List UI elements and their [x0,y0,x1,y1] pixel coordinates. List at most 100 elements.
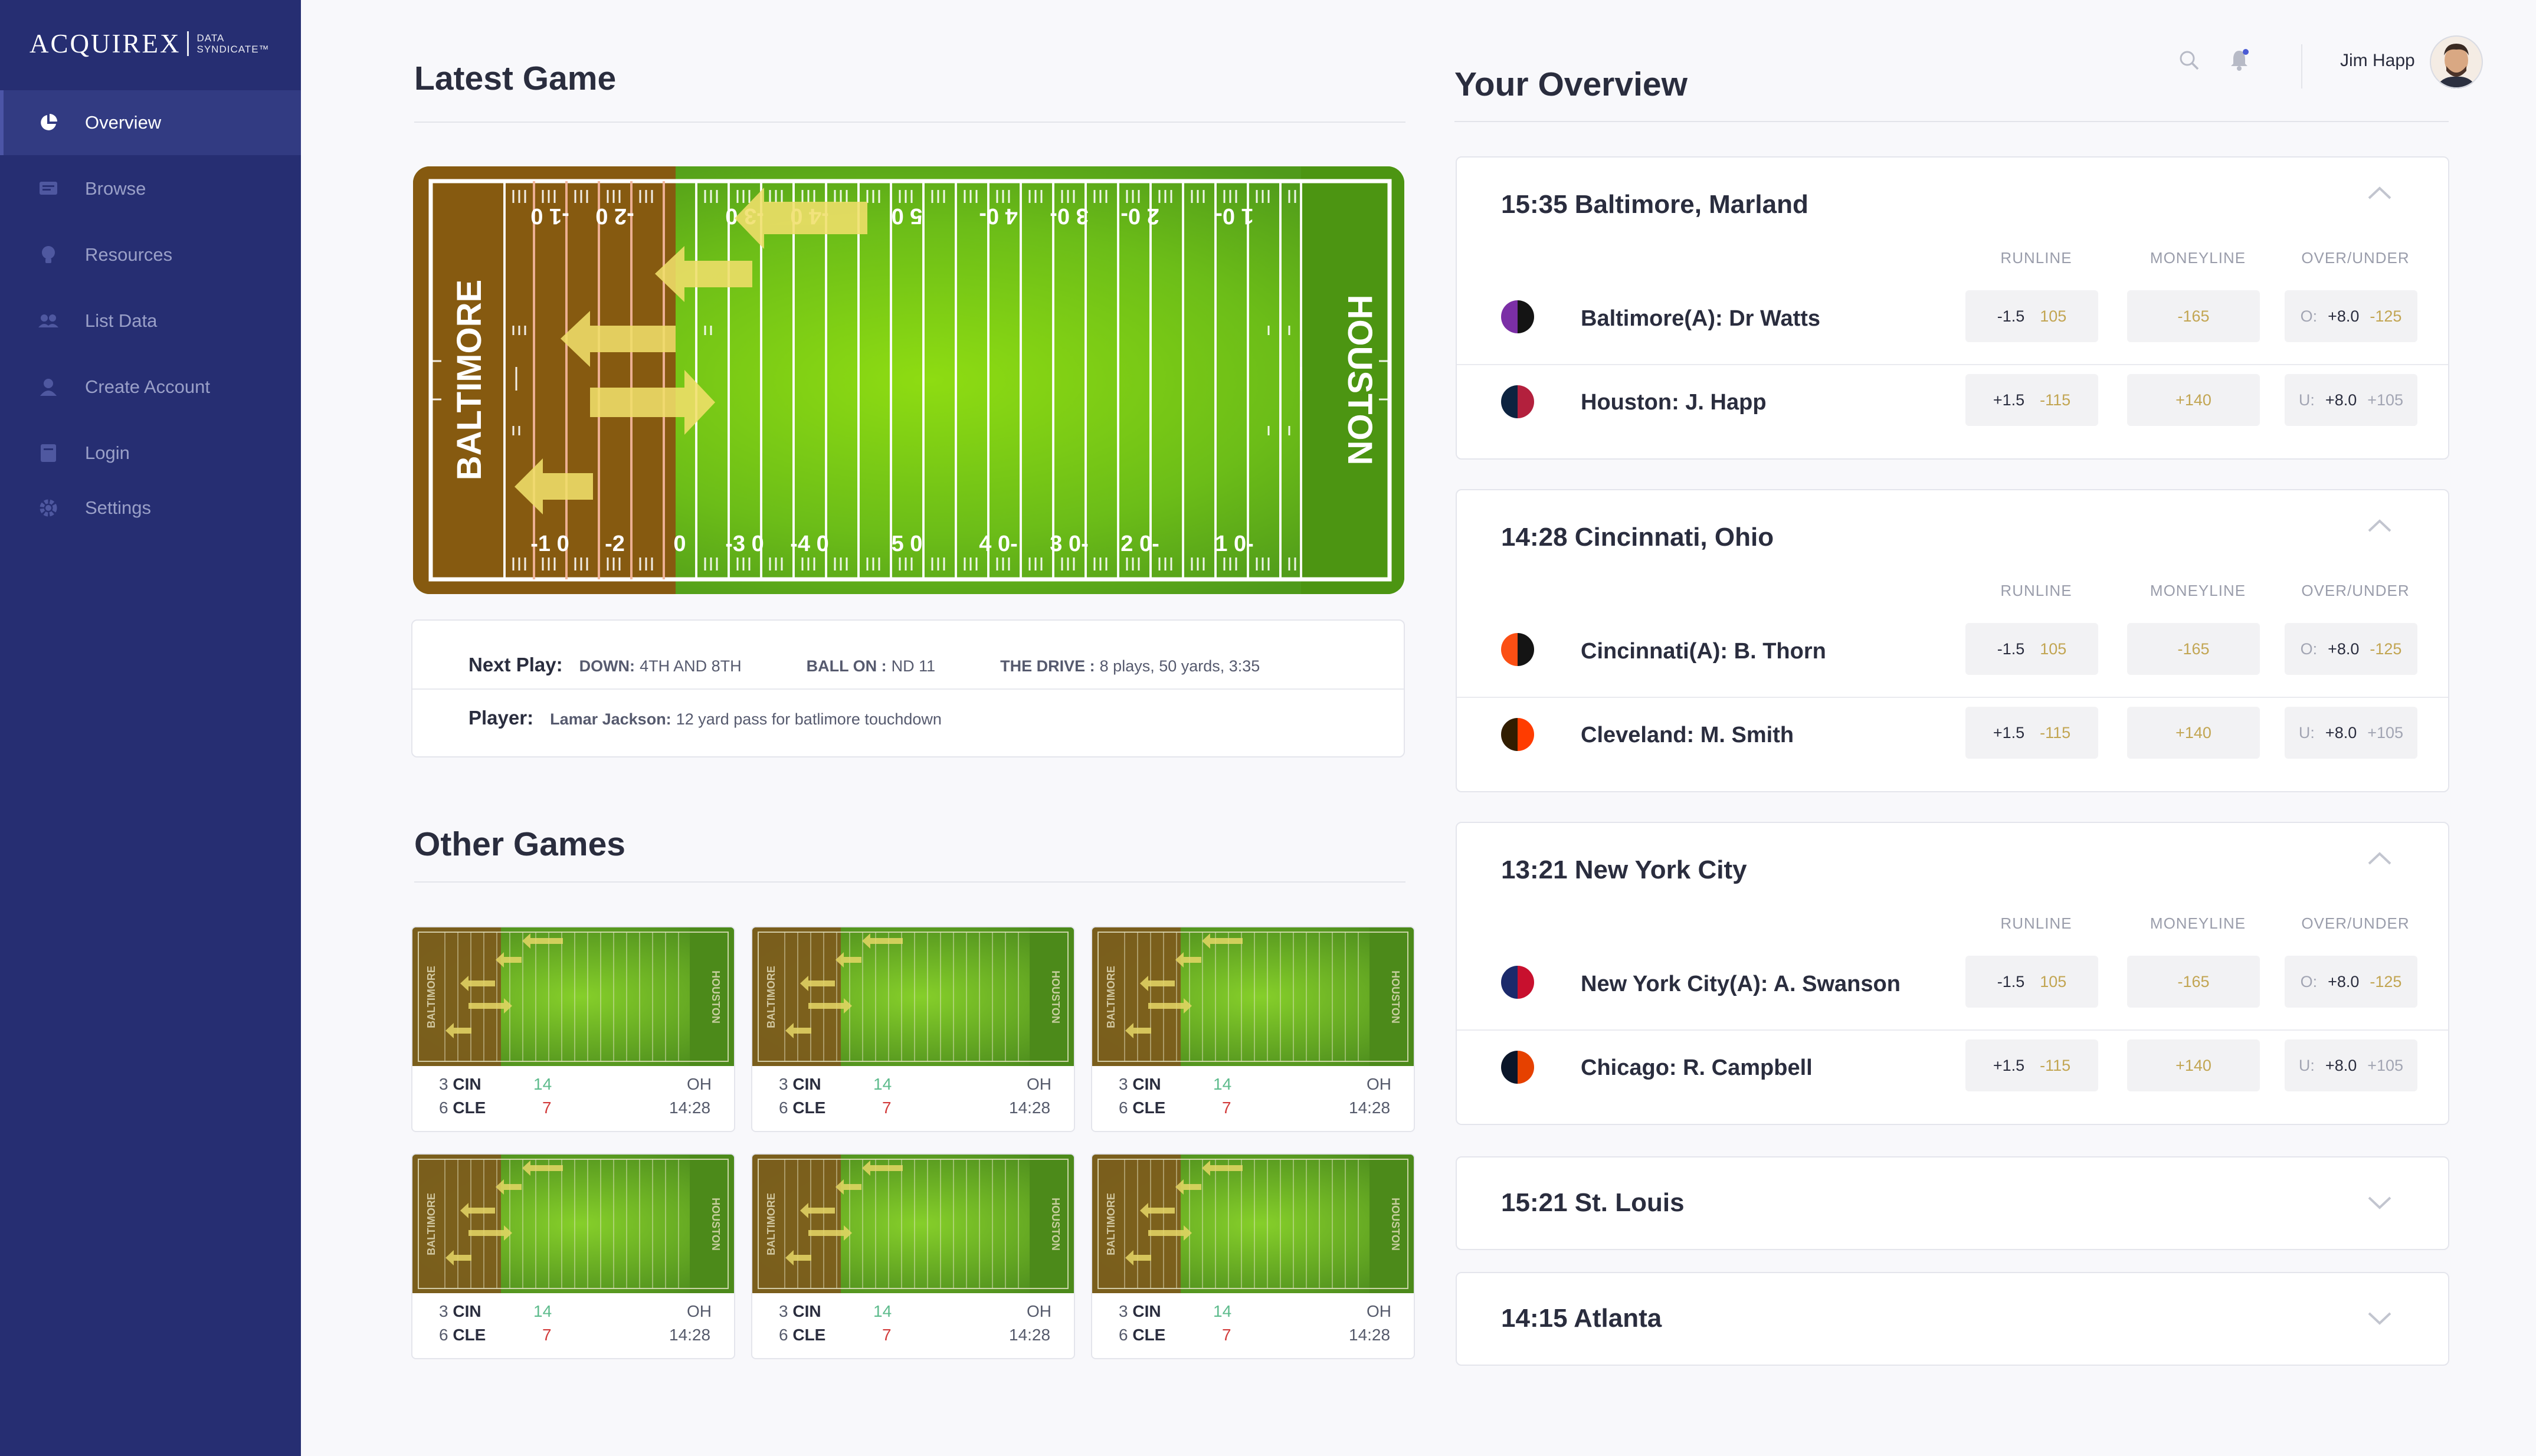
team1-row: 3 CIN [439,1302,481,1320]
runline-odds-button[interactable]: -1.5 105 [1965,290,2098,342]
moneyline-odds-button[interactable]: -165 [2127,290,2260,342]
sidebar-item-label: Settings [85,497,152,518]
game-state: OH [1027,1302,1051,1320]
sidebar-item-label: Create Account [85,376,210,397]
team2-row: 6 CLE [779,1098,826,1117]
team-name: New York City(A): A. Swanson [1581,972,1901,996]
game-card-title[interactable]: 14:28 Cincinnati, Ohio [1501,523,1774,552]
runline-odds-button[interactable]: +1.5 -115 [1965,374,2098,426]
team2-score: 7 [542,1326,552,1344]
game-card[interactable]: BALTIMORE HOUSTON 3 CIN 14 OH 6 CLE 7 14… [411,1153,735,1359]
book-icon [37,444,60,463]
sidebar-item-create-account[interactable]: Create Account [0,355,301,419]
sidebar-item-settings[interactable]: Settings [0,476,301,540]
game-card[interactable]: BALTIMORE HOUSTON 3 CIN 14 OH 6 CLE 7 14… [411,926,735,1132]
game-odds-card: 13:21 New York City RUNLINE MONEYLINE OV… [1456,822,2449,1125]
play-info-panel: Next Play: DOWN: 4TH AND 8TH BALL ON : N… [411,619,1405,757]
game-card[interactable]: BALTIMORE HOUSTON 3 CIN 14 OH 6 CLE 7 14… [1091,926,1415,1132]
overunder-odds-button[interactable]: U: +8.0 +105 [2285,707,2417,759]
sidebar-item-list-data[interactable]: List Data [0,288,301,353]
runline-header: RUNLINE [2000,582,2072,599]
team1-score: 14 [533,1075,552,1093]
home-team-label: BALTIMORE [450,280,489,480]
svg-text:-4 0: -4 0 [790,532,828,556]
overunder-odds-button[interactable]: O: +8.0 -125 [2285,623,2417,675]
game-odds-card: 14:15 Atlanta [1456,1272,2449,1366]
overunder-odds-button[interactable]: O: +8.0 -125 [2285,956,2417,1008]
moneyline-odds-button[interactable]: +140 [2127,1039,2260,1091]
overunder-header: OVER/UNDER [2301,249,2410,267]
latest-game-field[interactable]: -1 0 -2 0 -3 0 -4 0 5 0 4 0- 3 0- 2 0- 1 0- -1… [413,166,1404,594]
logo-sub-line2: SYNDICATE™ [196,44,270,55]
game-time: 14:28 [669,1326,711,1344]
game-card[interactable]: BALTIMORE HOUSTON 3 CIN 14 OH 6 CLE 7 14… [751,1153,1075,1359]
team-color-dot [1501,385,1534,418]
team2-row: 6 CLE [1119,1098,1166,1117]
overunder-odds-button[interactable]: O: +8.0 -125 [2285,290,2417,342]
team1-score: 14 [1213,1302,1232,1320]
game-time: 14:28 [1349,1098,1391,1117]
team-name: Cincinnati(A): B. Thorn [1581,639,1826,664]
moneyline-odds-button[interactable]: +140 [2127,707,2260,759]
game-card-title[interactable]: 15:35 Baltimore, Marland [1501,190,1808,219]
other-games-title: Other Games [414,825,625,863]
svg-text:2 0-: 2 0- [1120,532,1159,556]
runline-odds-button[interactable]: +1.5 -115 [1965,1039,2098,1091]
chevron-up-icon[interactable] [2367,851,2392,868]
team2-score: 7 [882,1326,892,1344]
chevron-down-icon[interactable] [2367,1196,2392,1213]
football-field-diagram: -1 0 -2 0 -3 0 -4 0 5 0 4 0- 3 0- 2 0- 1 0- -1… [413,166,1404,594]
user-icon [37,378,60,396]
mini-field-diagram: BALTIMORE HOUSTON [752,927,1074,1066]
svg-text:4 0-: 4 0- [979,204,1017,228]
runline-odds-button[interactable]: -1.5 105 [1965,956,2098,1008]
latest-game-divider [414,122,1405,123]
team1-score: 14 [1213,1075,1232,1093]
mini-home-team: BALTIMORE [765,1193,777,1255]
chevron-down-icon[interactable] [2367,1311,2392,1329]
game-card-title[interactable]: 15:21 St. Louis [1501,1188,1685,1218]
mini-field-diagram: BALTIMORE HOUSTON [412,927,734,1066]
sidebar-item-browse[interactable]: Browse [0,156,301,221]
chevron-up-icon[interactable] [2367,186,2392,203]
logo[interactable]: ACQUIREX DATA SYNDICATE™ [30,28,270,59]
team1-score: 14 [533,1302,552,1320]
team1-row: 3 CIN [779,1075,821,1093]
gear-icon [37,499,60,517]
game-card-title[interactable]: 13:21 New York City [1501,855,1747,885]
notification-bell-icon[interactable] [2229,48,2250,74]
ball-on-label: BALL ON : [806,657,887,675]
game-state: OH [1367,1075,1391,1093]
sidebar-item-overview[interactable]: Overview [0,90,301,155]
sidebar-item-resources[interactable]: Resources [0,222,301,287]
user-name[interactable]: Jim Happ [2340,51,2415,71]
team2-row: 6 CLE [439,1098,486,1117]
team2-row: 6 CLE [439,1326,486,1344]
overunder-odds-button[interactable]: U: +8.0 +105 [2285,1039,2417,1091]
avatar[interactable] [2430,35,2483,88]
game-card[interactable]: BALTIMORE HOUSTON 3 CIN 14 OH 6 CLE 7 14… [1091,1153,1415,1359]
team1-score: 14 [873,1302,892,1320]
search-icon[interactable] [2178,50,2200,73]
team2-score: 7 [1222,1098,1231,1117]
runline-odds-button[interactable]: +1.5 -115 [1965,707,2098,759]
game-state: OH [687,1302,712,1320]
svg-text:5 0: 5 0 [892,532,923,556]
lightbulb-icon [37,245,60,264]
team-row: Houston: J. Happ +1.5 -115 +140 U: +8.0 +… [1457,365,2448,448]
svg-text:3 0-: 3 0- [1050,204,1088,228]
sidebar-item-label: List Data [85,310,158,331]
moneyline-odds-button[interactable]: -165 [2127,956,2260,1008]
game-card-title[interactable]: 14:15 Atlanta [1501,1304,1662,1333]
overunder-odds-button[interactable]: U: +8.0 +105 [2285,374,2417,426]
sidebar-item-label: Resources [85,244,173,265]
moneyline-odds-button[interactable]: +140 [2127,374,2260,426]
overunder-header: OVER/UNDER [2301,582,2410,599]
moneyline-odds-button[interactable]: -165 [2127,623,2260,675]
runline-odds-button[interactable]: -1.5 105 [1965,623,2098,675]
avatar-image [2430,35,2483,88]
chevron-up-icon[interactable] [2367,519,2392,536]
game-card[interactable]: BALTIMORE HOUSTON 3 CIN 14 OH 6 CLE 7 14… [751,926,1075,1132]
team2-score: 7 [542,1098,552,1117]
team1-score: 14 [873,1075,892,1093]
